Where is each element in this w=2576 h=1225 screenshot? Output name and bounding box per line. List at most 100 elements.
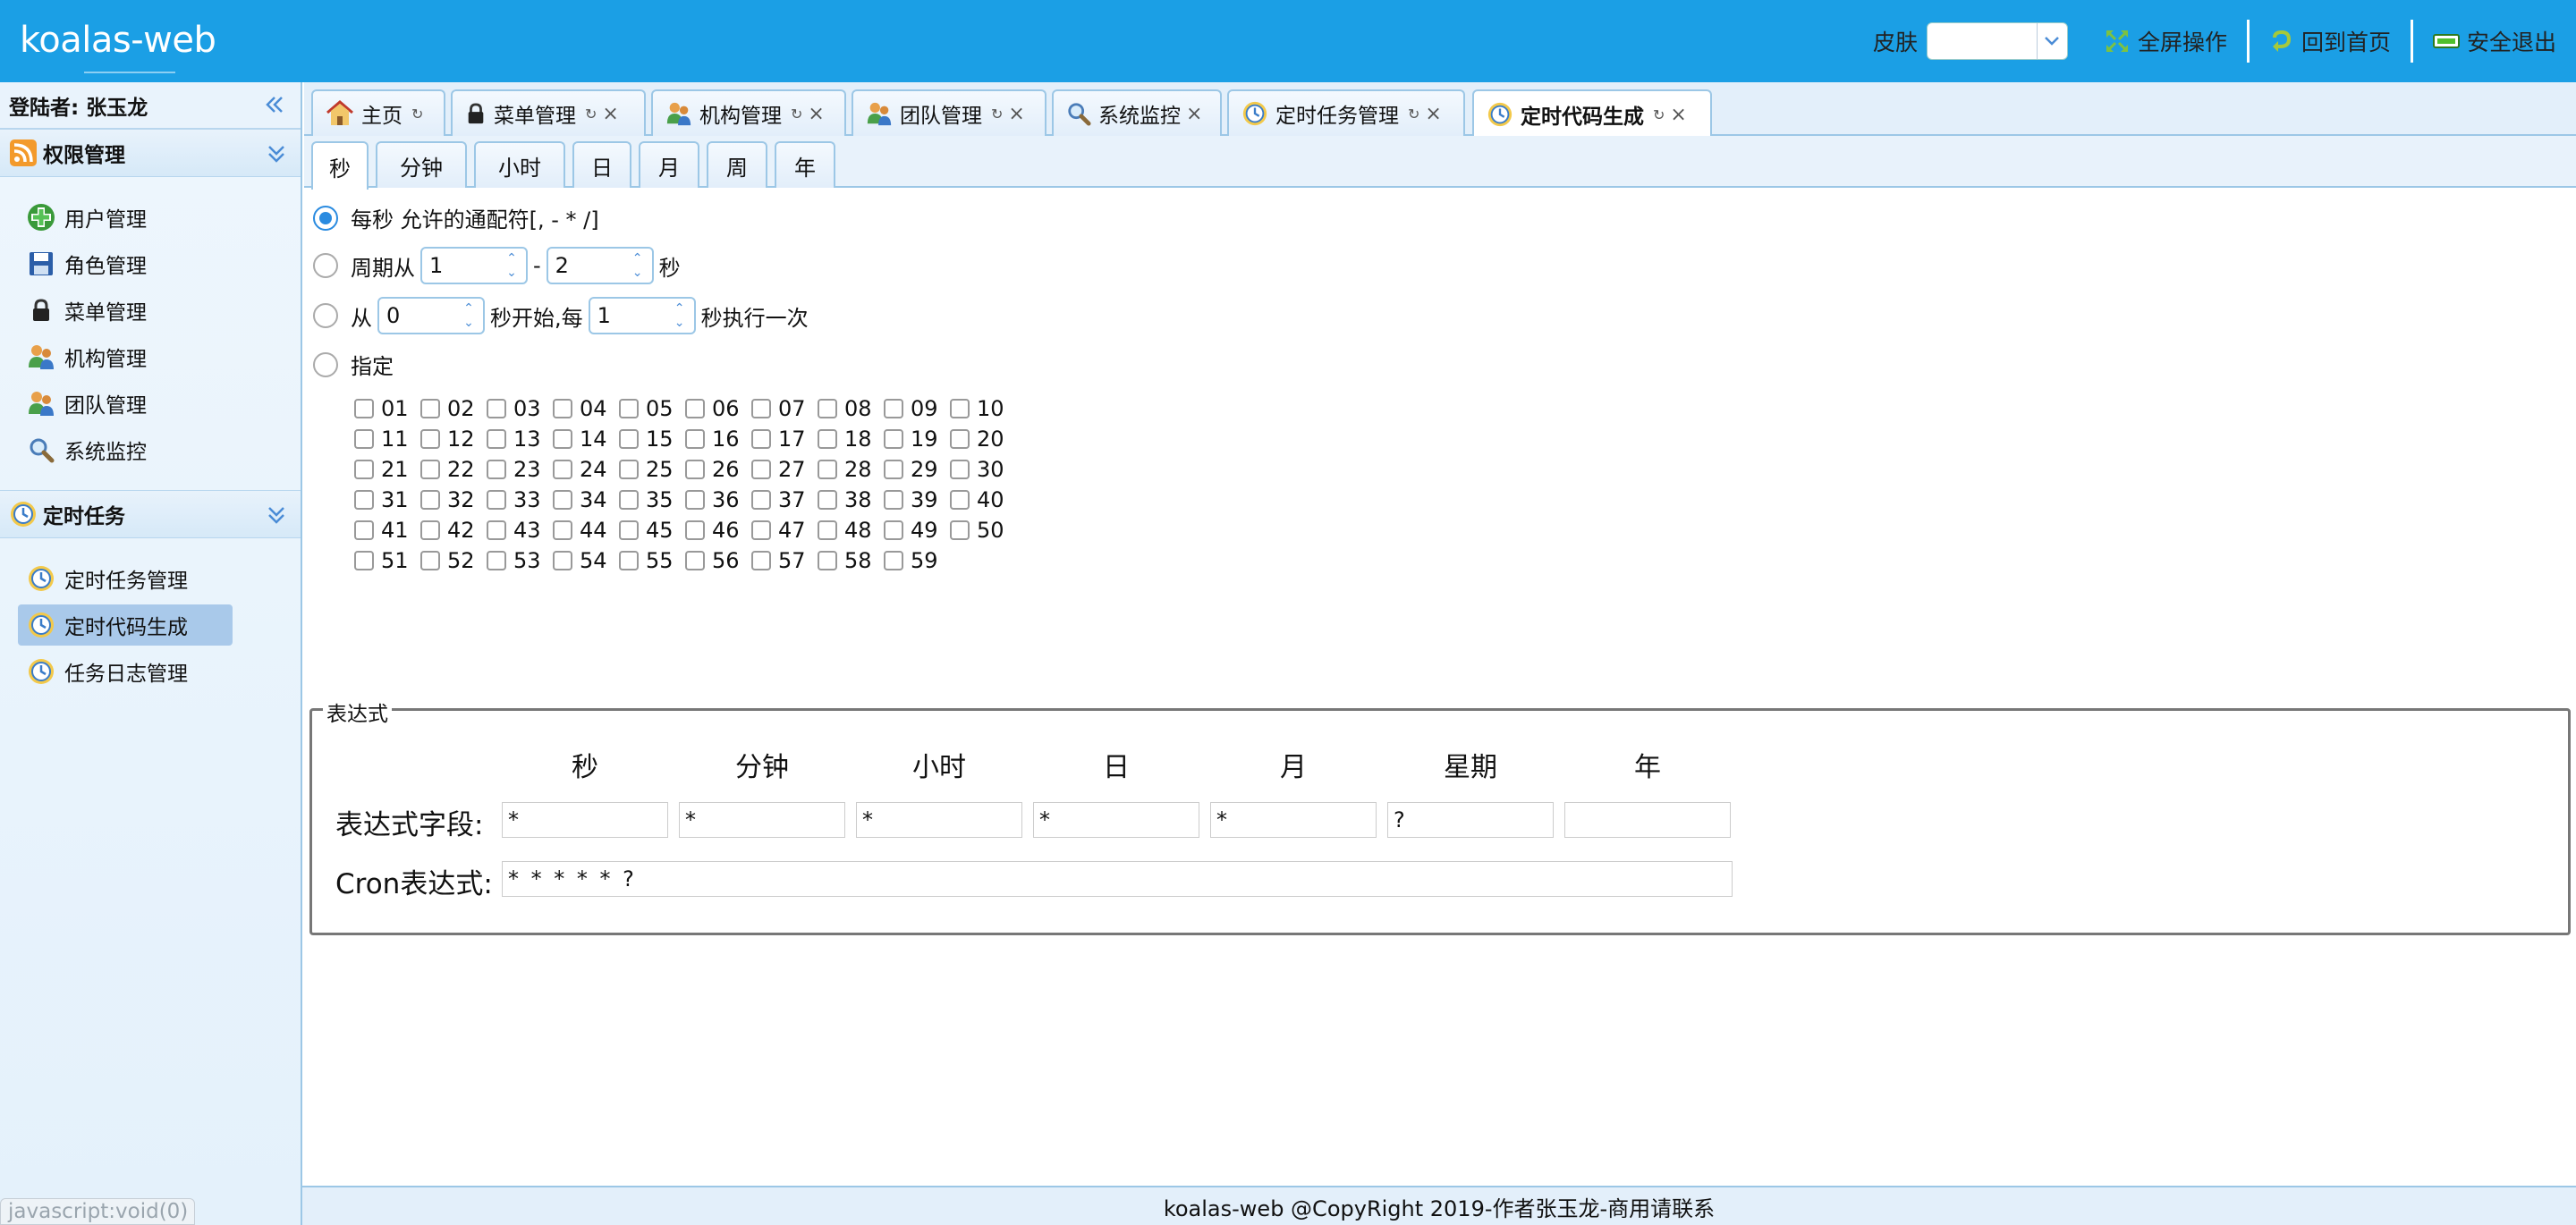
checkbox-box[interactable]	[685, 551, 705, 570]
sidebar-item-cron-generate[interactable]: 定时代码生成	[18, 604, 233, 646]
second-checkbox[interactable]: 43	[487, 518, 553, 543]
logout-button[interactable]: 安全退出	[2413, 20, 2576, 63]
checkbox-box[interactable]	[619, 399, 639, 418]
checkbox-box[interactable]	[751, 490, 771, 510]
checkbox-box[interactable]	[884, 399, 903, 418]
expr-field-minute[interactable]: *	[679, 802, 845, 838]
second-checkbox[interactable]: 38	[818, 487, 884, 512]
checkbox-box[interactable]	[487, 429, 506, 449]
second-checkbox[interactable]: 49	[884, 518, 950, 543]
second-checkbox[interactable]: 58	[818, 548, 884, 573]
period-from-spinner[interactable]: 1 ⌃ ⌄	[420, 247, 528, 284]
chevrons-down-icon[interactable]	[267, 505, 286, 530]
checkbox-box[interactable]	[420, 551, 440, 570]
spinner-arrows[interactable]: ⌃ ⌄	[665, 299, 694, 333]
second-checkbox[interactable]: 39	[884, 487, 950, 512]
refresh-icon[interactable]: ↻	[791, 106, 802, 122]
checkbox-box[interactable]	[619, 520, 639, 540]
spinner-arrows[interactable]: ⌃ ⌄	[623, 249, 652, 283]
subtab-week[interactable]: 周	[707, 141, 767, 188]
second-checkbox[interactable]: 23	[487, 457, 553, 482]
second-checkbox[interactable]: 18	[818, 427, 884, 452]
expr-field-second[interactable]: *	[502, 802, 668, 838]
second-checkbox[interactable]: 31	[354, 487, 420, 512]
tab-org-manage[interactable]: 机构管理 ↻ ×	[651, 89, 846, 136]
checkbox-box[interactable]	[487, 551, 506, 570]
second-checkbox[interactable]: 28	[818, 457, 884, 482]
second-checkbox[interactable]: 16	[685, 427, 751, 452]
second-checkbox[interactable]: 52	[420, 548, 487, 573]
checkbox-box[interactable]	[354, 551, 374, 570]
checkbox-box[interactable]	[884, 551, 903, 570]
second-checkbox[interactable]: 22	[420, 457, 487, 482]
checkbox-box[interactable]	[354, 460, 374, 479]
second-checkbox[interactable]: 15	[619, 427, 685, 452]
subtab-year[interactable]: 年	[775, 141, 835, 188]
checkbox-box[interactable]	[685, 520, 705, 540]
second-checkbox[interactable]: 42	[420, 518, 487, 543]
second-checkbox[interactable]: 29	[884, 457, 950, 482]
sidebar-item-task-log[interactable]: 任务日志管理	[18, 651, 283, 692]
checkbox-box[interactable]	[487, 520, 506, 540]
checkbox-box[interactable]	[751, 551, 771, 570]
second-checkbox[interactable]: 46	[685, 518, 751, 543]
tab-task-manage[interactable]: 定时任务管理 ↻ ×	[1227, 89, 1465, 136]
second-checkbox[interactable]: 17	[751, 427, 818, 452]
second-checkbox[interactable]: 33	[487, 487, 553, 512]
checkbox-box[interactable]	[619, 460, 639, 479]
checkbox-box[interactable]	[751, 520, 771, 540]
second-checkbox[interactable]: 24	[553, 457, 619, 482]
collapse-sidebar-icon[interactable]	[265, 95, 284, 120]
second-checkbox[interactable]: 57	[751, 548, 818, 573]
checkbox-box[interactable]	[950, 520, 970, 540]
group-scheduled-task[interactable]: 定时任务	[0, 490, 301, 538]
checkbox-box[interactable]	[553, 460, 572, 479]
sidebar-item-role[interactable]: 角色管理	[18, 243, 283, 284]
expr-field-year[interactable]	[1564, 802, 1731, 838]
checkbox-box[interactable]	[420, 460, 440, 479]
spinner-arrows[interactable]: ⌃ ⌄	[497, 249, 526, 283]
checkbox-box[interactable]	[487, 460, 506, 479]
second-checkbox[interactable]: 32	[420, 487, 487, 512]
second-checkbox[interactable]: 56	[685, 548, 751, 573]
sidebar-item-task-manage[interactable]: 定时任务管理	[18, 558, 283, 599]
second-checkbox[interactable]: 47	[751, 518, 818, 543]
second-checkbox[interactable]: 25	[619, 457, 685, 482]
second-checkbox[interactable]: 40	[950, 487, 1016, 512]
checkbox-box[interactable]	[685, 429, 705, 449]
checkbox-box[interactable]	[818, 551, 837, 570]
subtab-month[interactable]: 月	[639, 141, 699, 188]
checkbox-box[interactable]	[884, 429, 903, 449]
radio-specify[interactable]	[313, 351, 338, 377]
second-checkbox[interactable]: 48	[818, 518, 884, 543]
subtab-second[interactable]: 秒	[311, 141, 369, 190]
second-checkbox[interactable]: 54	[553, 548, 619, 573]
close-icon[interactable]: ×	[1008, 103, 1024, 125]
second-checkbox[interactable]: 01	[354, 396, 420, 421]
radio-start-step[interactable]	[313, 303, 338, 328]
tab-system-monitor[interactable]: 系统监控 ×	[1052, 89, 1222, 136]
second-checkbox[interactable]: 50	[950, 518, 1016, 543]
expr-field-week[interactable]: ?	[1387, 802, 1554, 838]
checkbox-box[interactable]	[884, 520, 903, 540]
checkbox-box[interactable]	[487, 490, 506, 510]
checkbox-box[interactable]	[884, 490, 903, 510]
refresh-icon[interactable]: ↻	[991, 106, 1003, 122]
checkbox-box[interactable]	[553, 551, 572, 570]
sidebar-item-team[interactable]: 团队管理	[18, 383, 283, 424]
second-checkbox[interactable]: 03	[487, 396, 553, 421]
checkbox-box[interactable]	[354, 399, 374, 418]
chevrons-down-icon[interactable]	[267, 144, 286, 169]
second-checkbox[interactable]: 26	[685, 457, 751, 482]
second-checkbox[interactable]: 30	[950, 457, 1016, 482]
second-checkbox[interactable]: 59	[884, 548, 950, 573]
checkbox-box[interactable]	[553, 490, 572, 510]
checkbox-box[interactable]	[354, 429, 374, 449]
sidebar-item-org[interactable]: 机构管理	[18, 336, 283, 377]
sidebar-item-monitor[interactable]: 系统监控	[18, 429, 283, 470]
second-checkbox[interactable]: 37	[751, 487, 818, 512]
checkbox-box[interactable]	[420, 429, 440, 449]
checkbox-box[interactable]	[818, 429, 837, 449]
fullscreen-button[interactable]: 全屏操作	[2084, 20, 2247, 63]
step-spinner[interactable]: 1 ⌃ ⌄	[588, 297, 696, 334]
